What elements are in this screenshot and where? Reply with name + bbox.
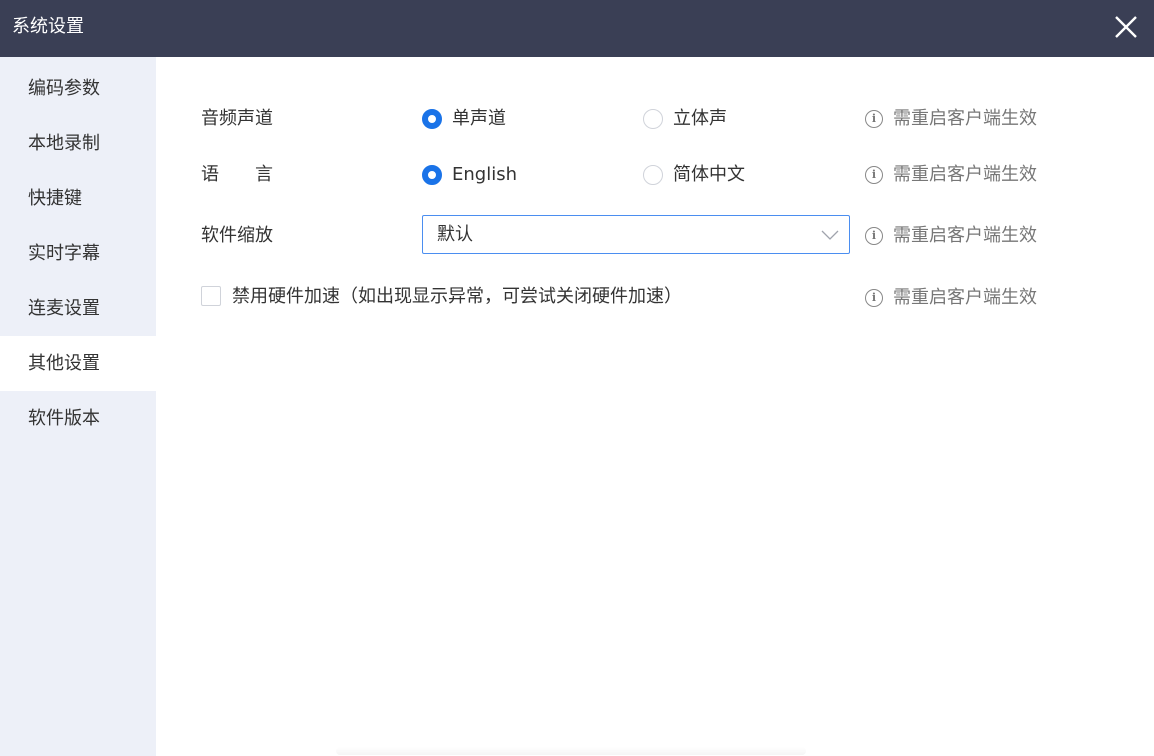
scaling-select-value: 默认: [437, 224, 473, 245]
sidebar-item-local-recording[interactable]: 本地录制: [0, 116, 156, 171]
radio-english-label: English: [452, 164, 517, 185]
close-icon[interactable]: [1107, 8, 1145, 46]
radio-stereo-circle[interactable]: [643, 109, 663, 129]
info-icon: i: [865, 227, 883, 245]
sidebar-item-co-host[interactable]: 连麦设置: [0, 281, 156, 336]
radio-simplified-chinese-circle[interactable]: [643, 165, 663, 185]
radio-stereo-label: 立体声: [673, 108, 727, 129]
radio-english[interactable]: English: [422, 163, 517, 187]
scaling-select[interactable]: 默认: [422, 215, 850, 254]
restart-hint-text: 需重启客户端生效: [893, 287, 1037, 308]
radio-mono[interactable]: 单声道: [422, 107, 506, 131]
radio-mono-label: 单声道: [452, 108, 506, 129]
sidebar-item-version[interactable]: 软件版本: [0, 391, 156, 446]
sidebar-item-other-settings[interactable]: 其他设置: [0, 336, 156, 391]
radio-simplified-chinese[interactable]: 简体中文: [643, 163, 745, 187]
restart-hint: i 需重启客户端生效: [865, 107, 1037, 131]
restart-hint-text: 需重启客户端生效: [893, 108, 1037, 129]
restart-hint: i 需重启客户端生效: [865, 286, 1037, 310]
disable-hw-accel-label[interactable]: 禁用硬件加速（如出现显示异常，可尝试关闭硬件加速）: [232, 285, 682, 309]
restart-hint: i 需重启客户端生效: [865, 163, 1037, 187]
bottom-shadow: [336, 747, 806, 755]
sidebar-item-shortcuts[interactable]: 快捷键: [0, 171, 156, 226]
radio-simplified-chinese-label: 简体中文: [673, 164, 745, 185]
sidebar-item-live-captions[interactable]: 实时字幕: [0, 226, 156, 281]
settings-sidebar: 编码参数 本地录制 快捷键 实时字幕 连麦设置 其他设置 软件版本: [0, 57, 156, 756]
info-icon: i: [865, 110, 883, 128]
radio-english-circle[interactable]: [422, 165, 442, 185]
audio-channel-label: 音频声道: [201, 108, 273, 129]
language-label: 语 言: [201, 164, 273, 185]
restart-hint: i 需重启客户端生效: [865, 224, 1037, 248]
title-bar: 系统设置: [0, 0, 1154, 57]
sidebar-item-encoding[interactable]: 编码参数: [0, 61, 156, 116]
chevron-down-icon[interactable]: [821, 228, 839, 242]
window-title: 系统设置: [12, 16, 84, 37]
disable-hw-accel-checkbox[interactable]: [201, 286, 221, 306]
info-icon: i: [865, 166, 883, 184]
restart-hint-text: 需重启客户端生效: [893, 225, 1037, 246]
restart-hint-text: 需重启客户端生效: [893, 164, 1037, 185]
radio-stereo[interactable]: 立体声: [643, 107, 727, 131]
info-icon: i: [865, 289, 883, 307]
scaling-label: 软件缩放: [201, 225, 273, 246]
settings-panel: 音频声道 单声道 立体声 i 需重启客户端生效 语 言 English 简体中文…: [156, 57, 1154, 756]
close-button[interactable]: [1107, 8, 1145, 46]
radio-mono-circle[interactable]: [422, 109, 442, 129]
